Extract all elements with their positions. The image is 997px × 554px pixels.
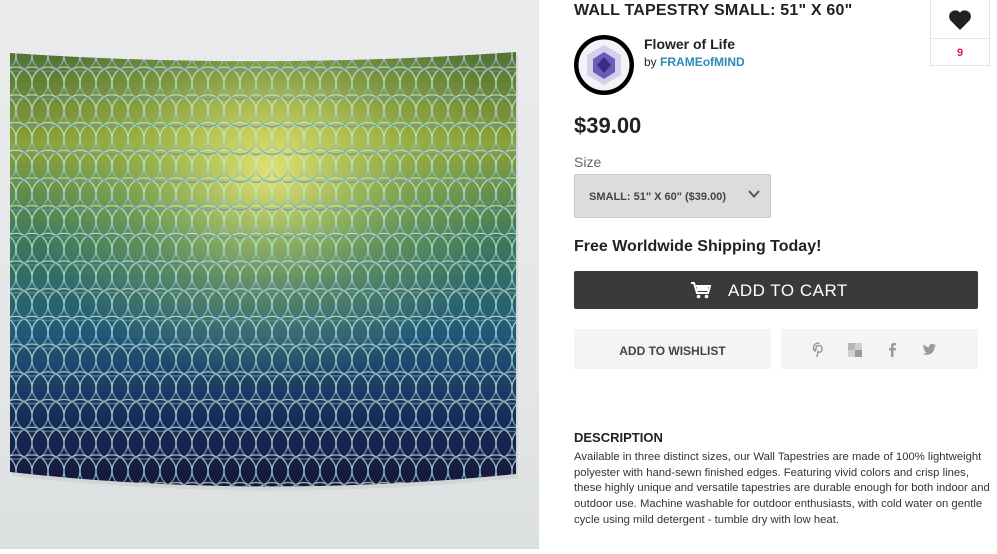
- shipping-promo: Free Worldwide Shipping Today!: [574, 238, 822, 255]
- artist-avatar[interactable]: [574, 35, 634, 95]
- product-title: WALL TAPESTRY SMALL: 51" X 60": [574, 2, 853, 19]
- facebook-icon[interactable]: [883, 341, 901, 359]
- cart-icon: [691, 282, 712, 299]
- size-label: Size: [574, 154, 602, 170]
- add-to-wishlist-label: ADD TO WISHLIST: [619, 344, 726, 358]
- share-bar: [781, 329, 978, 369]
- product-price: $39.00: [574, 113, 642, 138]
- description-heading: DESCRIPTION: [574, 430, 663, 445]
- artist-link[interactable]: FRAMEofMIND: [660, 55, 745, 69]
- favorite-count: 9: [956, 47, 964, 59]
- avatar-image: [575, 36, 633, 94]
- artist-byline: by FRAMEofMIND: [644, 55, 745, 69]
- tapestry-artwork: [10, 52, 518, 491]
- product-image[interactable]: [0, 0, 539, 549]
- artwork-title[interactable]: Flower of Life: [644, 36, 735, 52]
- add-to-cart-button[interactable]: ADD TO CART: [574, 271, 978, 309]
- description-body: Available in three distinct sizes, our W…: [574, 451, 990, 526]
- favorite-divider: [931, 38, 989, 39]
- pinterest-icon[interactable]: [810, 341, 828, 359]
- favorite-button[interactable]: 9: [930, 0, 990, 66]
- size-selected-value: SMALL: 51" X 60" ($39.00): [589, 191, 726, 203]
- stumbleupon-icon[interactable]: [846, 341, 864, 359]
- heart-icon: [949, 10, 971, 30]
- twitter-icon[interactable]: [920, 341, 938, 359]
- add-to-cart-label: ADD TO CART: [728, 281, 848, 300]
- size-select[interactable]: SMALL: 51" X 60" ($39.00): [574, 174, 771, 218]
- add-to-wishlist-button[interactable]: ADD TO WISHLIST: [574, 329, 771, 369]
- chevron-down-icon: [748, 190, 760, 198]
- by-prefix: by: [644, 55, 657, 69]
